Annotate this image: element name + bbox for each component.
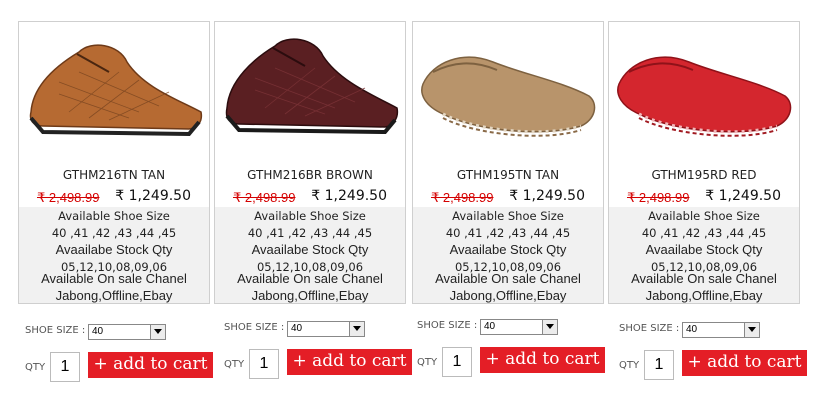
product-card: GTHM195TN TAN ₹ 2,498.99 ₹ 1,249.50 Avai… — [412, 21, 604, 304]
size-list: 40 ,41 ,42 ,43 ,44 ,45 — [641, 226, 767, 240]
channel-heading: Available On sale Chanel — [237, 271, 383, 286]
product-image[interactable] — [413, 22, 603, 162]
channel-list: Jabong,Offline,Ebay — [449, 288, 567, 303]
purchase-controls: SHOE SIZE : 40 QTY 1 + add to cart — [25, 322, 225, 392]
availability-panel: Available Shoe Size 40 ,41 ,42 ,43 ,44 ,… — [609, 207, 799, 303]
product-image[interactable] — [609, 22, 799, 162]
qty-label: QTY — [25, 362, 46, 373]
original-price: ₹ 2,498.99 — [37, 190, 100, 205]
shoe-size-select[interactable]: 40 — [682, 322, 760, 338]
add-to-cart-button[interactable]: + add to cart — [287, 349, 412, 375]
qty-label: QTY — [224, 359, 245, 370]
shoe-size-value: 40 — [92, 326, 104, 337]
purchase-controls: SHOE SIZE : 40 QTY 1 + add to cart — [224, 319, 424, 389]
shoe-size-select[interactable]: 40 — [480, 319, 558, 335]
purchase-controls: SHOE SIZE : 40 QTY 1 + add to cart — [619, 320, 819, 390]
channel-list: Jabong,Offline,Ebay — [251, 288, 369, 303]
qty-input[interactable]: 1 — [644, 350, 674, 380]
product-name[interactable]: GTHM195TN TAN — [413, 168, 603, 182]
channel-heading: Available On sale Chanel — [631, 271, 777, 286]
dropdown-arrow-icon[interactable] — [542, 320, 557, 334]
stock-heading: Avaailabe Stock Qty — [251, 242, 369, 257]
shoe-size-value: 40 — [686, 324, 698, 335]
product-name[interactable]: GTHM216TN TAN — [19, 168, 209, 182]
shoe-size-label: SHOE SIZE : — [417, 320, 478, 331]
product-card: GTHM195RD RED ₹ 2,498.99 ₹ 1,249.50 Avai… — [608, 21, 800, 304]
channel-heading: Available On sale Chanel — [41, 271, 187, 286]
original-price: ₹ 2,498.99 — [233, 190, 296, 205]
sale-price: ₹ 1,249.50 — [705, 188, 781, 204]
availability-panel: Available Shoe Size 40 ,41 ,42 ,43 ,44 ,… — [215, 207, 405, 303]
original-price: ₹ 2,498.99 — [627, 190, 690, 205]
dropdown-arrow-icon[interactable] — [744, 323, 759, 337]
shoe-size-value: 40 — [484, 321, 496, 332]
purchase-controls: SHOE SIZE : 40 QTY 1 + add to cart — [417, 317, 617, 387]
availability-panel: Available Shoe Size 40 ,41 ,42 ,43 ,44 ,… — [413, 207, 603, 303]
product-image[interactable] — [215, 22, 405, 162]
dropdown-arrow-icon[interactable] — [349, 322, 364, 336]
size-heading: Available Shoe Size — [58, 209, 170, 223]
size-heading: Available Shoe Size — [254, 209, 366, 223]
qty-label: QTY — [417, 357, 438, 368]
qty-input[interactable]: 1 — [249, 349, 279, 379]
sale-price: ₹ 1,249.50 — [115, 188, 191, 204]
shoe-size-select[interactable]: 40 — [88, 324, 166, 340]
shoe-size-label: SHOE SIZE : — [224, 322, 285, 333]
add-to-cart-button[interactable]: + add to cart — [88, 352, 213, 378]
size-heading: Available Shoe Size — [648, 209, 760, 223]
channel-heading: Available On sale Chanel — [435, 271, 581, 286]
shoe-size-select[interactable]: 40 — [287, 321, 365, 337]
qty-label: QTY — [619, 360, 640, 371]
stock-heading: Avaailabe Stock Qty — [645, 242, 763, 257]
shoe-size-value: 40 — [291, 323, 303, 334]
sale-price: ₹ 1,249.50 — [509, 188, 585, 204]
add-to-cart-button[interactable]: + add to cart — [480, 347, 605, 373]
product-card: GTHM216BR BROWN ₹ 2,498.99 ₹ 1,249.50 Av… — [214, 21, 406, 304]
stock-heading: Avaailabe Stock Qty — [55, 242, 173, 257]
availability-panel: Available Shoe Size 40 ,41 ,42 ,43 ,44 ,… — [19, 207, 209, 303]
shoe-size-label: SHOE SIZE : — [619, 323, 680, 334]
size-list: 40 ,41 ,42 ,43 ,44 ,45 — [247, 226, 373, 240]
qty-input[interactable]: 1 — [442, 347, 472, 377]
size-list: 40 ,41 ,42 ,43 ,44 ,45 — [51, 226, 177, 240]
shoe-size-label: SHOE SIZE : — [25, 325, 86, 336]
dropdown-arrow-icon[interactable] — [150, 325, 165, 339]
size-heading: Available Shoe Size — [452, 209, 564, 223]
size-list: 40 ,41 ,42 ,43 ,44 ,45 — [445, 226, 571, 240]
product-image[interactable] — [19, 22, 209, 162]
channel-list: Jabong,Offline,Ebay — [645, 288, 763, 303]
stock-heading: Avaailabe Stock Qty — [449, 242, 567, 257]
product-name[interactable]: GTHM195RD RED — [609, 168, 799, 182]
add-to-cart-button[interactable]: + add to cart — [682, 350, 807, 376]
channel-list: Jabong,Offline,Ebay — [55, 288, 173, 303]
original-price: ₹ 2,498.99 — [431, 190, 494, 205]
qty-input[interactable]: 1 — [50, 352, 80, 382]
sale-price: ₹ 1,249.50 — [311, 188, 387, 204]
product-card: GTHM216TN TAN ₹ 2,498.99 ₹ 1,249.50 Avai… — [18, 21, 210, 304]
product-name[interactable]: GTHM216BR BROWN — [215, 168, 405, 182]
